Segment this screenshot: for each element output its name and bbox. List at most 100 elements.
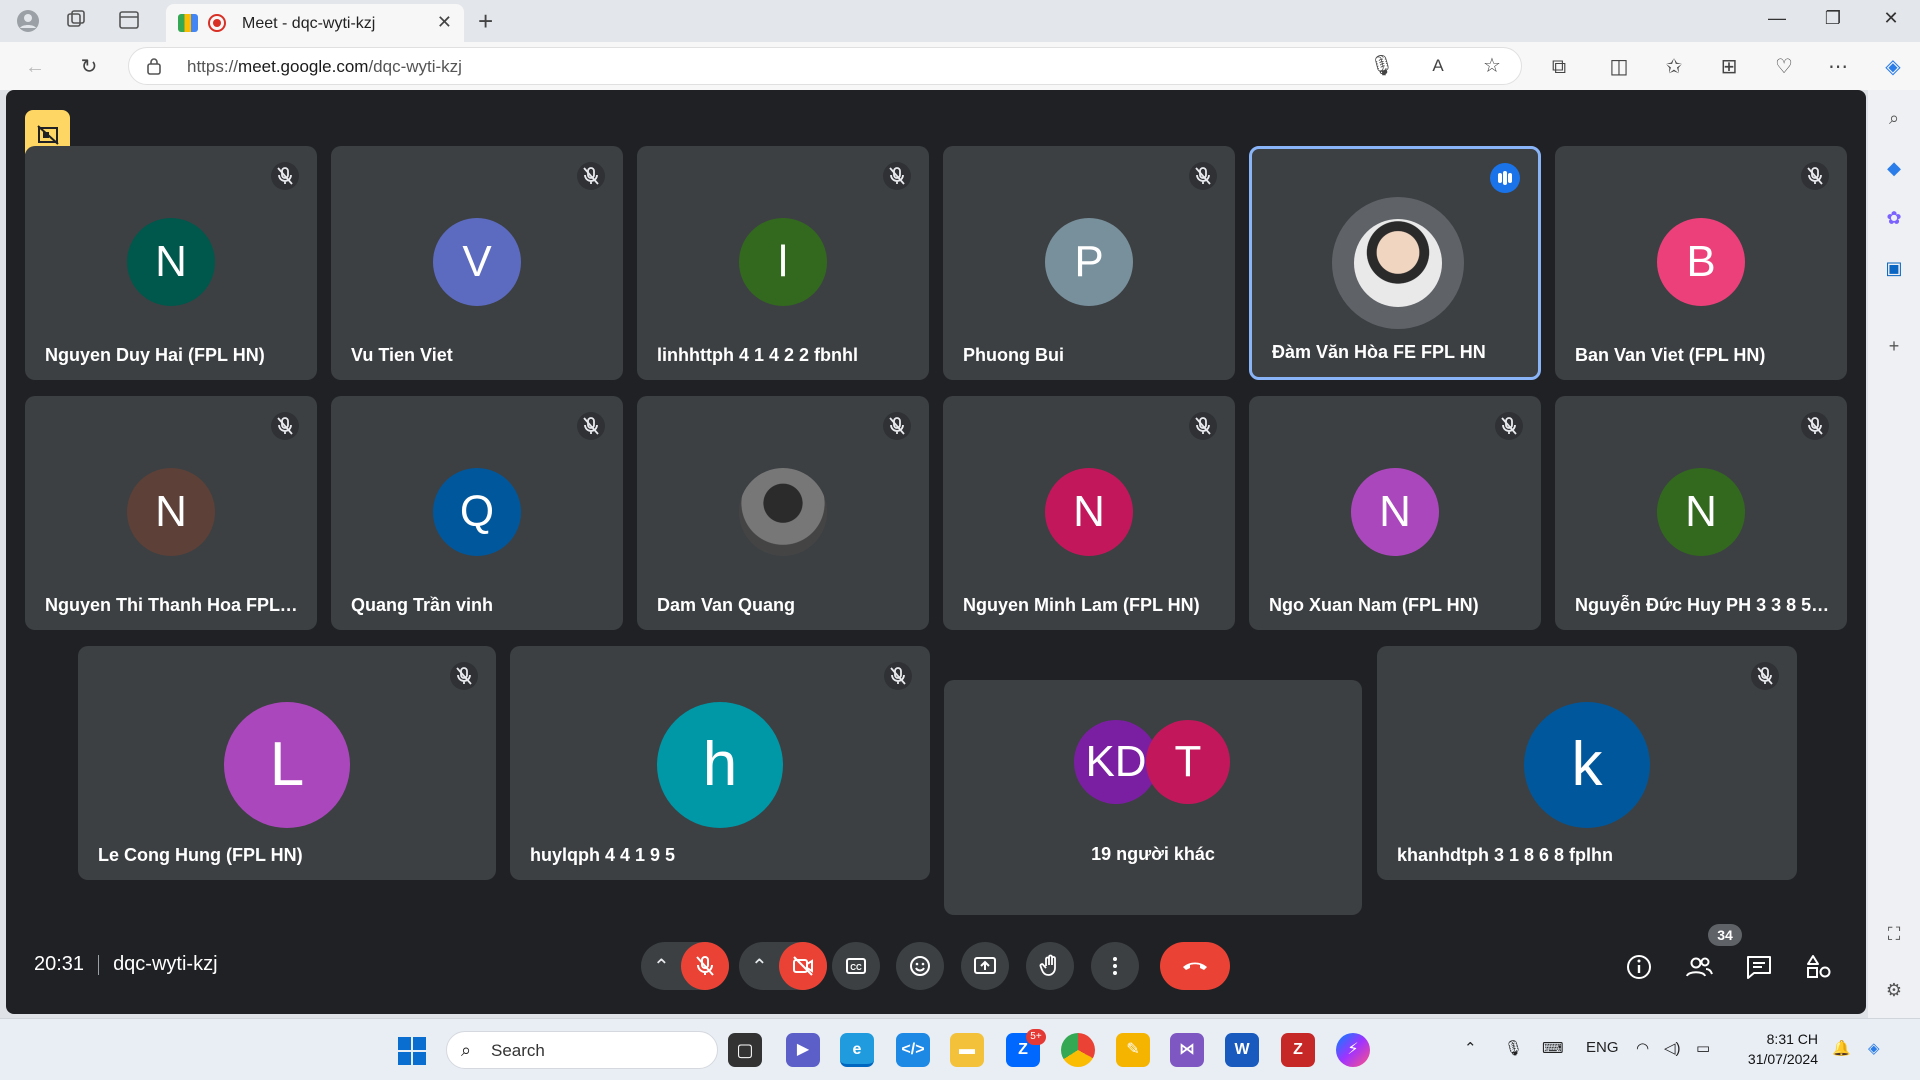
- participant-tile[interactable]: Đàm Văn Hòa FE FPL HN: [1249, 146, 1541, 380]
- notifications-bell-icon[interactable]: 🔔: [1832, 1039, 1851, 1057]
- participant-tile[interactable]: Q Quang Trần vinh: [331, 396, 623, 630]
- show-hidden-icons-icon[interactable]: ⌃: [1464, 1039, 1477, 1057]
- meeting-details-button[interactable]: [1624, 952, 1654, 982]
- microphone-tray-icon[interactable]: 🎙: [1504, 1039, 1523, 1057]
- close-window-icon[interactable]: ✕: [1876, 8, 1906, 29]
- avatar: V: [433, 218, 521, 306]
- participant-tile[interactable]: B Ban Van Viet (FPL HN): [1555, 146, 1847, 380]
- workspaces-icon[interactable]: [64, 9, 88, 33]
- file-explorer-icon[interactable]: ▬: [950, 1033, 984, 1067]
- present-screen-button[interactable]: [961, 942, 1009, 990]
- raise-hand-button[interactable]: [1026, 942, 1074, 990]
- system-clock[interactable]: 8:31 CH 31/07/2024: [1732, 1029, 1818, 1069]
- word-icon[interactable]: W: [1225, 1033, 1259, 1067]
- participant-tile[interactable]: N Nguyen Thi Thanh Hoa FPL HN: [25, 396, 317, 630]
- more-menu-icon[interactable]: ⋯: [1825, 54, 1851, 80]
- filezilla-icon[interactable]: Z: [1281, 1033, 1315, 1067]
- extensions-icon[interactable]: ⧉: [1546, 54, 1572, 80]
- microphone-icon[interactable]: 🎙: [1369, 53, 1395, 79]
- leave-call-button[interactable]: [1160, 942, 1230, 990]
- messenger-icon[interactable]: ⚡: [1336, 1033, 1370, 1067]
- battery-icon[interactable]: ▭: [1696, 1039, 1710, 1057]
- camera-toggle-button[interactable]: [779, 942, 827, 990]
- refresh-icon[interactable]: ↻: [76, 54, 102, 80]
- others-tile[interactable]: KD T 19 người khác: [944, 680, 1362, 915]
- participant-tile[interactable]: P Phuong Bui: [943, 146, 1235, 380]
- people-button[interactable]: [1684, 952, 1714, 982]
- profile-photo: [1354, 219, 1442, 307]
- paint-icon[interactable]: ✎: [1116, 1033, 1150, 1067]
- profile-photo: [739, 468, 827, 556]
- participant-name: Le Cong Hung (FPL HN): [98, 845, 303, 865]
- reactions-button[interactable]: [896, 942, 944, 990]
- back-icon[interactable]: ←: [22, 54, 48, 80]
- search-icon[interactable]: ⌕: [1882, 106, 1906, 130]
- outlook-icon[interactable]: ▣: [1882, 256, 1906, 280]
- chrome-icon[interactable]: [1061, 1033, 1095, 1067]
- task-view-icon[interactable]: ▢: [728, 1033, 762, 1067]
- muted-mic-icon: [577, 162, 605, 190]
- avatar: T: [1146, 720, 1230, 804]
- hand-icon: [1039, 954, 1056, 976]
- mic-toggle-button[interactable]: [681, 942, 729, 990]
- new-tab-button[interactable]: +: [478, 6, 493, 37]
- add-app-icon[interactable]: +: [1882, 334, 1906, 358]
- participant-tile[interactable]: N Nguyễn Đức Huy PH 3 3 8 5 ...: [1555, 396, 1847, 630]
- wifi-icon[interactable]: ◠: [1636, 1039, 1649, 1057]
- minimize-icon[interactable]: —: [1762, 8, 1792, 29]
- activities-button[interactable]: [1804, 952, 1834, 982]
- muted-mic-icon: [271, 412, 299, 440]
- favorites-icon[interactable]: ✩: [1661, 54, 1687, 80]
- avatar: k: [1524, 702, 1650, 828]
- video-options-chevron-icon[interactable]: ⌃: [751, 954, 768, 979]
- shopping-icon[interactable]: ◆: [1882, 156, 1906, 180]
- split-screen-icon[interactable]: ◫: [1606, 54, 1632, 80]
- chat-button[interactable]: [1744, 952, 1774, 982]
- collections-icon[interactable]: ⊞: [1716, 54, 1742, 80]
- tab-actions-icon[interactable]: [117, 9, 141, 33]
- muted-mic-icon: [1801, 162, 1829, 190]
- m365-icon[interactable]: ✿: [1882, 206, 1906, 230]
- vscode-icon[interactable]: </>: [896, 1033, 930, 1067]
- restore-icon[interactable]: ❐: [1818, 8, 1848, 29]
- microphone-control: ⌃: [641, 942, 729, 990]
- profile-icon[interactable]: [16, 9, 40, 33]
- browser-essentials-icon[interactable]: ♡: [1771, 54, 1797, 80]
- input-language[interactable]: ENG: [1586, 1039, 1619, 1056]
- edge-app-icon[interactable]: e: [840, 1033, 874, 1067]
- participant-tile[interactable]: N Nguyen Duy Hai (FPL HN): [25, 146, 317, 380]
- close-tab-icon[interactable]: ✕: [437, 12, 452, 33]
- others-label: 19 người khác: [1091, 844, 1215, 864]
- copilot-taskbar-icon[interactable]: ◈: [1868, 1039, 1880, 1057]
- edge-sidebar: ⌕ ◆ ✿ ▣ + ⛶ ⚙: [1868, 90, 1920, 1018]
- visual-studio-icon[interactable]: ⋈: [1170, 1033, 1204, 1067]
- participant-tile[interactable]: N Nguyen Minh Lam (FPL HN): [943, 396, 1235, 630]
- zalo-notification-badge: 5+: [1026, 1029, 1046, 1045]
- taskbar-search[interactable]: ⌕ Search: [446, 1031, 718, 1069]
- address-bar[interactable]: https://meet.google.com/dqc-wyti-kzj 🎙 A…: [128, 47, 1522, 85]
- start-button[interactable]: [398, 1037, 426, 1065]
- volume-icon[interactable]: ◁): [1664, 1039, 1681, 1057]
- browser-toolbar: ← ↻ https://meet.google.com/dqc-wyti-kzj…: [0, 42, 1920, 90]
- keyboard-icon[interactable]: ⌨: [1542, 1039, 1564, 1057]
- participant-tile[interactable]: L Le Cong Hung (FPL HN): [78, 646, 496, 880]
- meeting-code[interactable]: dqc-wyti-kzj: [113, 953, 217, 975]
- favorite-star-icon[interactable]: ☆: [1479, 53, 1505, 79]
- screenshot-icon[interactable]: ⛶: [1882, 922, 1906, 946]
- participant-tile[interactable]: h huylqph 4 4 1 9 5: [510, 646, 930, 880]
- teams-icon[interactable]: ▶: [786, 1033, 820, 1067]
- participant-tile[interactable]: l linhhttph 4 1 4 2 2 fbnhl: [637, 146, 929, 380]
- participant-tile[interactable]: N Ngo Xuan Nam (FPL HN): [1249, 396, 1541, 630]
- more-options-button[interactable]: [1091, 942, 1139, 990]
- avatar: N: [1045, 468, 1133, 556]
- participant-tile[interactable]: k khanhdtph 3 1 8 6 8 fplhn: [1377, 646, 1797, 880]
- audio-options-chevron-icon[interactable]: ⌃: [653, 954, 670, 979]
- captions-button[interactable]: CC: [832, 942, 880, 990]
- read-aloud-icon[interactable]: A: [1425, 53, 1451, 79]
- copilot-icon[interactable]: ◈: [1880, 54, 1906, 80]
- settings-gear-icon[interactable]: ⚙: [1882, 978, 1906, 1002]
- tab-meet[interactable]: Meet - dqc-wyti-kzj ✕: [166, 4, 464, 42]
- participant-tile[interactable]: V Vu Tien Viet: [331, 146, 623, 380]
- muted-mic-icon: [577, 412, 605, 440]
- participant-tile[interactable]: Dam Van Quang: [637, 396, 929, 630]
